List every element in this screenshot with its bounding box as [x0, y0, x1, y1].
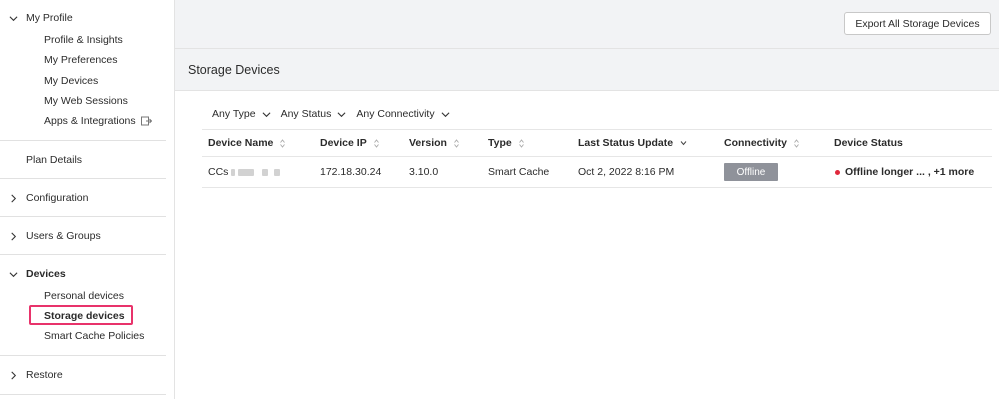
- sidebar-section-label: Restore: [26, 369, 63, 381]
- sidebar-section-label: Devices: [26, 268, 66, 280]
- sidebar-section-users-groups[interactable]: Users & Groups: [0, 228, 166, 244]
- sidebar-section-devices[interactable]: Devices: [0, 266, 166, 282]
- redacted-text: [231, 168, 236, 176]
- chevron-right-icon[interactable]: [0, 232, 26, 241]
- redacted-text: [262, 168, 269, 176]
- sort-icon: [454, 138, 459, 148]
- filter-status-dropdown[interactable]: Any Status: [281, 108, 347, 120]
- device-name-text: CCs: [208, 166, 229, 178]
- column-header-last-status-update[interactable]: Last Status Update: [578, 137, 687, 149]
- page-title: Storage Devices: [188, 63, 280, 77]
- storage-devices-table: Device Name Device IP Version Type Last …: [202, 129, 992, 188]
- sidebar-item-plan-details[interactable]: Plan Details: [0, 152, 166, 168]
- sidebar: My Profile Profile & Insights My Prefere…: [0, 0, 175, 399]
- sort-icon: [794, 138, 799, 148]
- column-header-connectivity[interactable]: Connectivity: [724, 137, 799, 149]
- sidebar-item-smart-cache-policies[interactable]: Smart Cache Policies: [44, 330, 144, 342]
- filter-label: Any Connectivity: [356, 108, 435, 120]
- sidebar-item-my-preferences[interactable]: My Preferences: [44, 54, 118, 66]
- column-header-type[interactable]: Type: [488, 137, 524, 149]
- table-row[interactable]: CCs 172.18.30.24 3.10.0 Smart Cache Oct …: [202, 157, 992, 188]
- divider: [0, 140, 166, 141]
- status-text: Offline longer ... , +1 more: [845, 166, 975, 178]
- column-header-version[interactable]: Version: [409, 137, 459, 149]
- sort-icon: [280, 138, 286, 148]
- chevron-right-icon[interactable]: [0, 371, 26, 380]
- status-dot-icon: [835, 169, 840, 175]
- divider: [0, 216, 166, 217]
- column-label: Device Name: [208, 137, 274, 149]
- cell-last-status-update: Oct 2, 2022 8:16 PM: [578, 166, 675, 178]
- divider: [0, 355, 166, 356]
- highlight-box: [29, 305, 133, 325]
- sidebar-item-apps-integrations[interactable]: Apps & Integrations: [44, 115, 152, 127]
- sort-icon: [518, 138, 524, 148]
- chevron-down-icon[interactable]: [0, 270, 26, 279]
- filter-type-dropdown[interactable]: Any Type: [212, 108, 271, 120]
- sidebar-section-label: Users & Groups: [26, 230, 101, 242]
- divider: [0, 178, 166, 179]
- connectivity-badge: Offline: [724, 163, 778, 181]
- sidebar-item-profile-insights[interactable]: Profile & Insights: [44, 34, 123, 46]
- column-header-device-name[interactable]: Device Name: [208, 137, 286, 149]
- sidebar-item-personal-devices[interactable]: Personal devices: [44, 290, 124, 302]
- filter-bar: Any Type Any Status Any Connectivity: [212, 107, 460, 121]
- column-header-device-ip[interactable]: Device IP: [320, 137, 379, 149]
- redacted-text: [274, 168, 281, 176]
- export-all-button[interactable]: Export All Storage Devices: [844, 12, 991, 35]
- chevron-down-icon: [262, 111, 271, 117]
- divider: [0, 254, 166, 255]
- filter-connectivity-dropdown[interactable]: Any Connectivity: [356, 108, 450, 120]
- column-label: Type: [488, 137, 512, 149]
- external-link-icon: [140, 116, 152, 126]
- cell-device-name[interactable]: CCs: [208, 166, 281, 178]
- column-label: Connectivity: [724, 137, 788, 149]
- filter-label: Any Type: [212, 108, 256, 120]
- sidebar-section-my-profile[interactable]: My Profile: [0, 10, 166, 26]
- sidebar-item-my-web-sessions[interactable]: My Web Sessions: [44, 95, 128, 107]
- sidebar-section-label: My Profile: [26, 12, 73, 24]
- sidebar-section-label: Configuration: [26, 192, 89, 204]
- chevron-down-icon: [337, 111, 346, 117]
- chevron-down-icon: [441, 111, 450, 117]
- cell-device-status[interactable]: Offline longer ... , +1 more: [835, 166, 974, 178]
- column-label: Version: [409, 137, 447, 149]
- top-toolbar: Export All Storage Devices: [175, 0, 999, 49]
- column-header-device-status: Device Status: [834, 137, 903, 149]
- sort-icon: [373, 138, 379, 148]
- cell-type: Smart Cache: [488, 166, 550, 178]
- column-label: Device IP: [320, 137, 367, 149]
- sidebar-section-configuration[interactable]: Configuration: [0, 190, 166, 206]
- sidebar-item-label: Plan Details: [26, 154, 83, 166]
- table-header: Device Name Device IP Version Type Last …: [202, 129, 992, 157]
- chevron-right-icon[interactable]: [0, 194, 26, 203]
- redacted-text: [238, 168, 255, 176]
- sidebar-section-restore[interactable]: Restore: [0, 367, 166, 383]
- main-content: Export All Storage Devices Storage Devic…: [175, 0, 999, 399]
- sort-descending-icon: [680, 141, 687, 146]
- column-label: Last Status Update: [578, 137, 674, 149]
- cell-device-ip: 172.18.30.24: [320, 166, 382, 178]
- divider: [0, 394, 166, 395]
- sidebar-item-label: Apps & Integrations: [44, 115, 136, 127]
- filter-label: Any Status: [280, 108, 332, 120]
- sidebar-item-my-devices[interactable]: My Devices: [44, 75, 98, 87]
- column-label: Device Status: [834, 137, 903, 149]
- cell-version: 3.10.0: [409, 166, 439, 178]
- page-header: Storage Devices: [175, 49, 999, 91]
- chevron-down-icon[interactable]: [0, 14, 26, 23]
